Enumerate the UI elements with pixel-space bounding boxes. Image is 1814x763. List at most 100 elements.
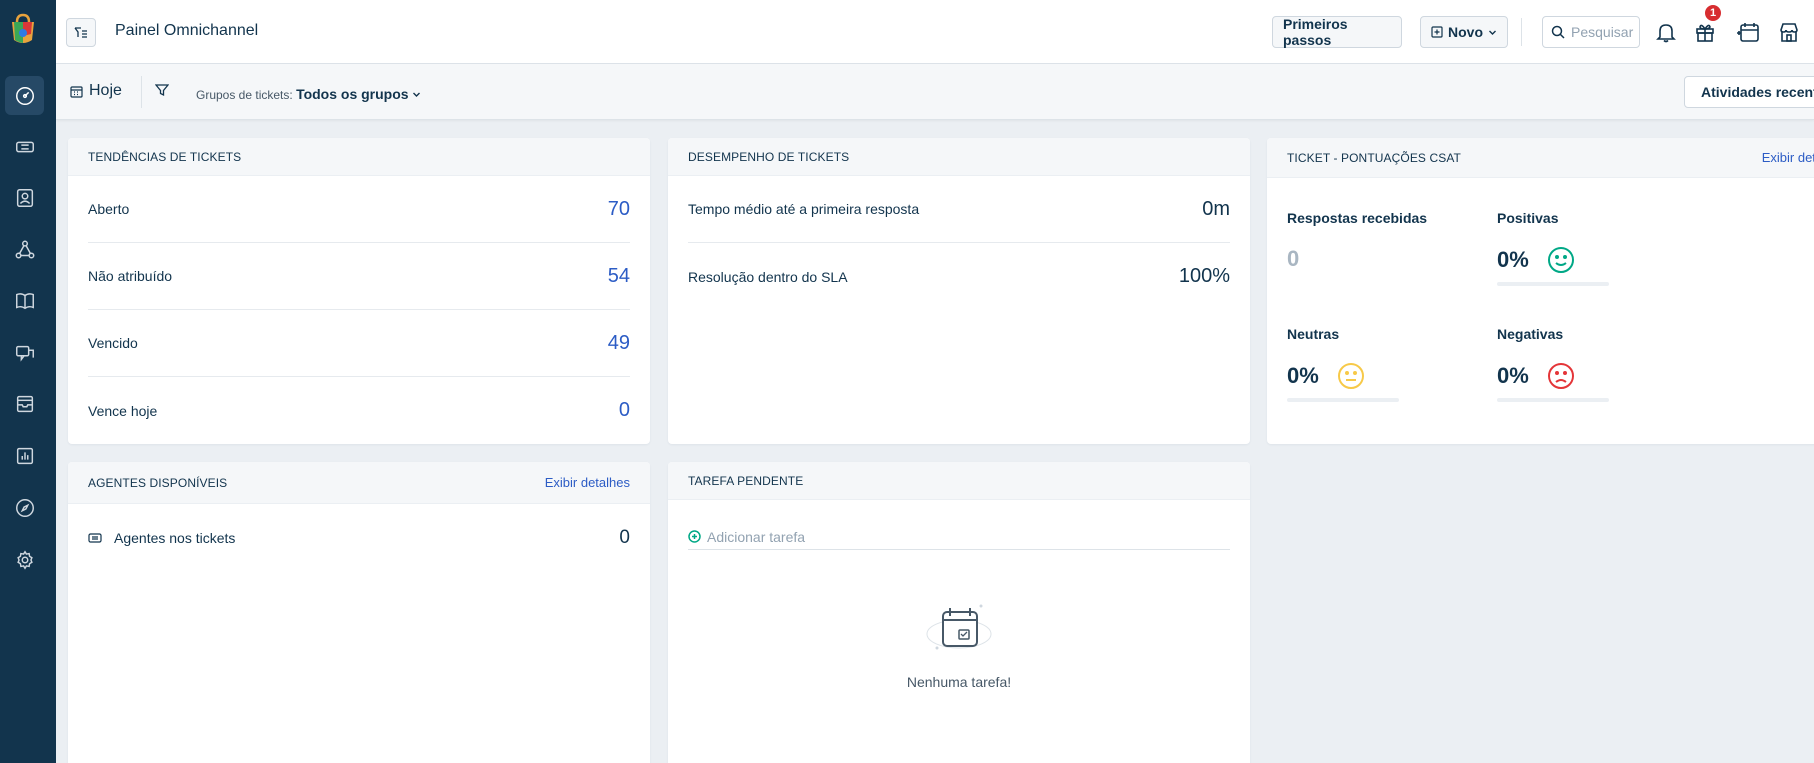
compass-icon [15, 498, 34, 517]
filter-divider [141, 76, 142, 108]
row-value[interactable]: 49 [608, 332, 630, 355]
inbox-icon [16, 395, 33, 412]
ticket-groups-label: Grupos de tickets: [196, 88, 293, 102]
gear-icon [16, 549, 33, 570]
sidebar-item-explore[interactable] [5, 488, 44, 527]
filter-bar: Hoje Grupos de tickets: Todos os grupos … [56, 64, 1814, 120]
csat-positive-label: Positivas [1497, 210, 1559, 226]
csat-neutral-label: Neutras [1287, 326, 1340, 342]
sidebar-item-contacts[interactable] [5, 178, 44, 217]
funnel-icon [154, 84, 170, 97]
sidebar-item-admin[interactable] [5, 540, 44, 579]
add-task-placeholder: Adicionar tarefa [707, 528, 806, 545]
agents-on-tickets-label: Agentes nos tickets [114, 530, 236, 546]
recent-activities-button[interactable]: Atividades recentes [1684, 76, 1814, 108]
sidebar-item-solutions[interactable] [5, 281, 44, 320]
row-value[interactable]: 0 [619, 399, 630, 422]
page-title: Painel Omnichannel [115, 22, 259, 39]
gift-badge: 1 [1704, 4, 1722, 22]
trend-row-due-today[interactable]: Vence hoje 0 [88, 377, 630, 444]
row-label: Vence hoje [88, 402, 158, 419]
performance-row-first-response: Tempo médio até a primeira resposta 0m [688, 176, 1230, 243]
csat-negative-label: Negativas [1497, 326, 1564, 342]
new-button-label: Novo [1448, 24, 1483, 40]
gift-button[interactable] [1692, 19, 1718, 45]
calendar-icon [70, 85, 83, 98]
book-icon [15, 292, 34, 309]
sidebar-item-tickets[interactable] [5, 127, 44, 166]
csat-details-link[interactable]: Exibir detalhes [1762, 150, 1814, 165]
agents-on-tickets-row: Agentes nos tickets 0 [88, 504, 630, 572]
available-agents-card: Agentes disponíveis Exibir detalhes Agen… [68, 462, 650, 763]
neutral-face-icon [1337, 363, 1364, 389]
first-steps-button[interactable]: Primeiros passos [1272, 16, 1402, 48]
ticket-performance-card: Desempenho de tickets Tempo médio até a … [668, 138, 1250, 444]
card-title: Desempenho de tickets [688, 149, 850, 164]
card-title: Tarefa pendente [688, 473, 804, 488]
happy-face-icon [1547, 247, 1574, 273]
trend-row-unassigned[interactable]: Não atribuído 54 [88, 243, 630, 310]
top-header: Painel Omnichannel Primeiros passos Novo… [56, 0, 1814, 64]
bell-icon [1656, 24, 1676, 43]
ticket-groups-value: Todos os grupos [296, 86, 409, 102]
sidebar-item-dashboard[interactable] [5, 76, 44, 115]
sidebar-item-analytics[interactable] [5, 436, 44, 475]
calendar-add-button[interactable] [1735, 19, 1761, 45]
agents-on-tickets-value: 0 [619, 527, 630, 548]
sidebar-item-groups[interactable] [5, 230, 44, 269]
dashboard-icon [15, 86, 34, 105]
today-selector[interactable]: Hoje [70, 82, 122, 100]
sad-face-icon [1547, 363, 1574, 389]
csat-scores-card: Ticket - pontuações CSAT Exibir detalhes… [1267, 138, 1814, 444]
notifications-button[interactable] [1653, 19, 1679, 45]
chevron-down-icon [1489, 30, 1496, 35]
freshdesk-logo-icon[interactable] [4, 10, 42, 48]
row-value[interactable]: 70 [608, 198, 630, 221]
contact-icon [16, 188, 33, 207]
gift-icon [1696, 24, 1714, 42]
ticket-groups-filter[interactable]: Grupos de tickets: Todos os grupos [196, 86, 421, 102]
csat-negative-bar [1497, 398, 1609, 402]
sidebar-item-forums[interactable] [5, 333, 44, 372]
row-label: Não atribuído [88, 268, 173, 284]
new-button[interactable]: Novo [1420, 16, 1508, 48]
store-icon [1780, 23, 1798, 42]
csat-positive-value: 0% [1497, 247, 1529, 272]
ticket-trends-card: Tendências de tickets Aberto 70 Não atri… [68, 138, 650, 444]
chevron-down-icon [412, 92, 420, 97]
card-title: Ticket - pontuações CSAT [1287, 150, 1461, 165]
csat-received: Respostas recebidas 0 [1287, 210, 1467, 272]
csat-positive: Positivas 0% [1497, 210, 1677, 286]
row-label: Resolução dentro do SLA [688, 268, 848, 285]
filter-button[interactable] [154, 83, 170, 102]
csat-negative: Negativas 0% [1497, 326, 1677, 402]
row-label: Vencido [88, 335, 138, 351]
empty-calendar-icon [926, 604, 992, 650]
csat-received-value: 0 [1287, 246, 1300, 271]
agents-details-link[interactable]: Exibir detalhes [545, 475, 630, 490]
csat-neutral: Neutras 0% [1287, 326, 1467, 402]
empty-state-text: Nenhuma tarefa! [906, 674, 1012, 690]
chat-icon [15, 345, 34, 362]
csat-neutral-bar [1287, 398, 1399, 402]
store-button[interactable] [1776, 19, 1802, 45]
csat-received-label: Respostas recebidas [1287, 210, 1428, 226]
card-title: Tendências de tickets [88, 149, 242, 164]
plus-circle-icon [688, 530, 701, 543]
sidebar [0, 0, 56, 763]
recent-activities-label: Atividades recentes [1701, 84, 1814, 100]
row-value[interactable]: 54 [608, 265, 630, 288]
calendar-icon [1737, 23, 1759, 42]
sidebar-item-assets[interactable] [5, 384, 44, 423]
row-label: Tempo médio até a primeira resposta [688, 201, 920, 217]
today-label: Hoje [89, 82, 122, 99]
row-value: 0m [1202, 197, 1230, 220]
performance-row-sla: Resolução dentro do SLA 100% [688, 243, 1230, 310]
search-input[interactable]: Pesquisar [1542, 16, 1640, 48]
add-task-input[interactable]: Adicionar tarefa [688, 524, 1230, 550]
trend-row-open[interactable]: Aberto 70 [88, 176, 630, 243]
csat-negative-value: 0% [1497, 363, 1529, 388]
sidebar-toggle-button[interactable] [66, 18, 96, 47]
search-icon [1551, 25, 1565, 39]
trend-row-overdue[interactable]: Vencido 49 [88, 310, 630, 377]
